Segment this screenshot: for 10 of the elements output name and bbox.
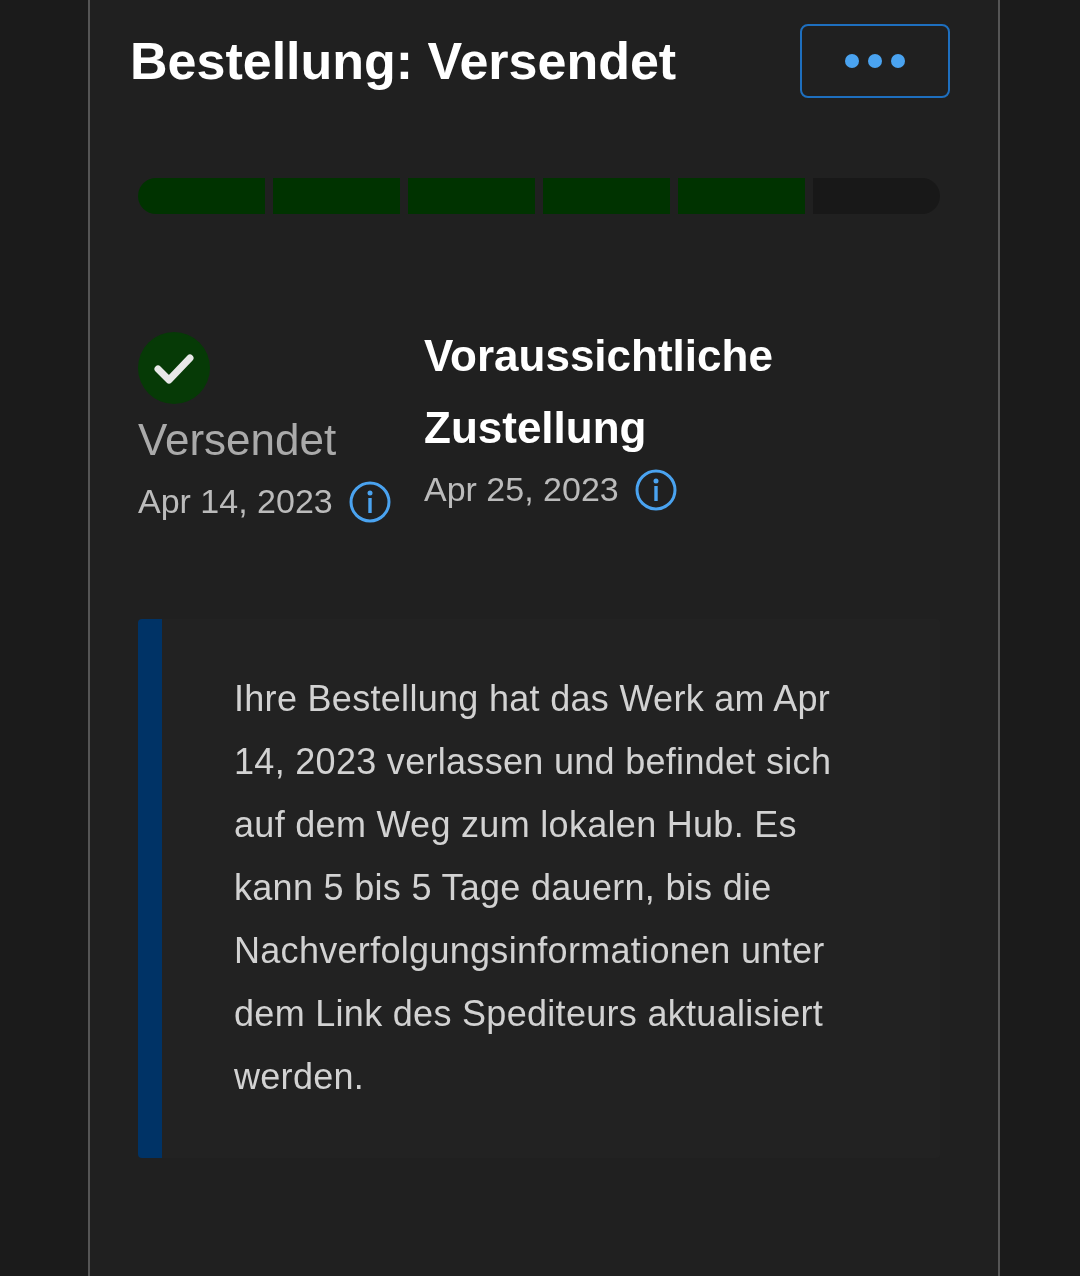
page-title: Bestellung: Versendet [130,30,677,92]
info-icon[interactable] [634,468,677,511]
more-button[interactable] [800,24,950,98]
step-label: Versendet [138,414,338,466]
info-icon[interactable] [348,480,391,523]
step-label: Voraussichtliche Zustellung [424,330,774,454]
step-date: Apr 25, 2023 [424,469,619,510]
step-date: Apr 14, 2023 [138,481,333,522]
more-icon [844,53,906,69]
shipping-message: Ihre Bestellung hat das Werk am Apr 14, 2023 verlassen und befindet sich auf dem Weg zum lokalen Hub. Es kann 5 bis 5 Tage dauern, bis die Nachverfolgungsinformationen unter dem Link des Spediteurs aktualisiert werden. [234,677,833,1099]
